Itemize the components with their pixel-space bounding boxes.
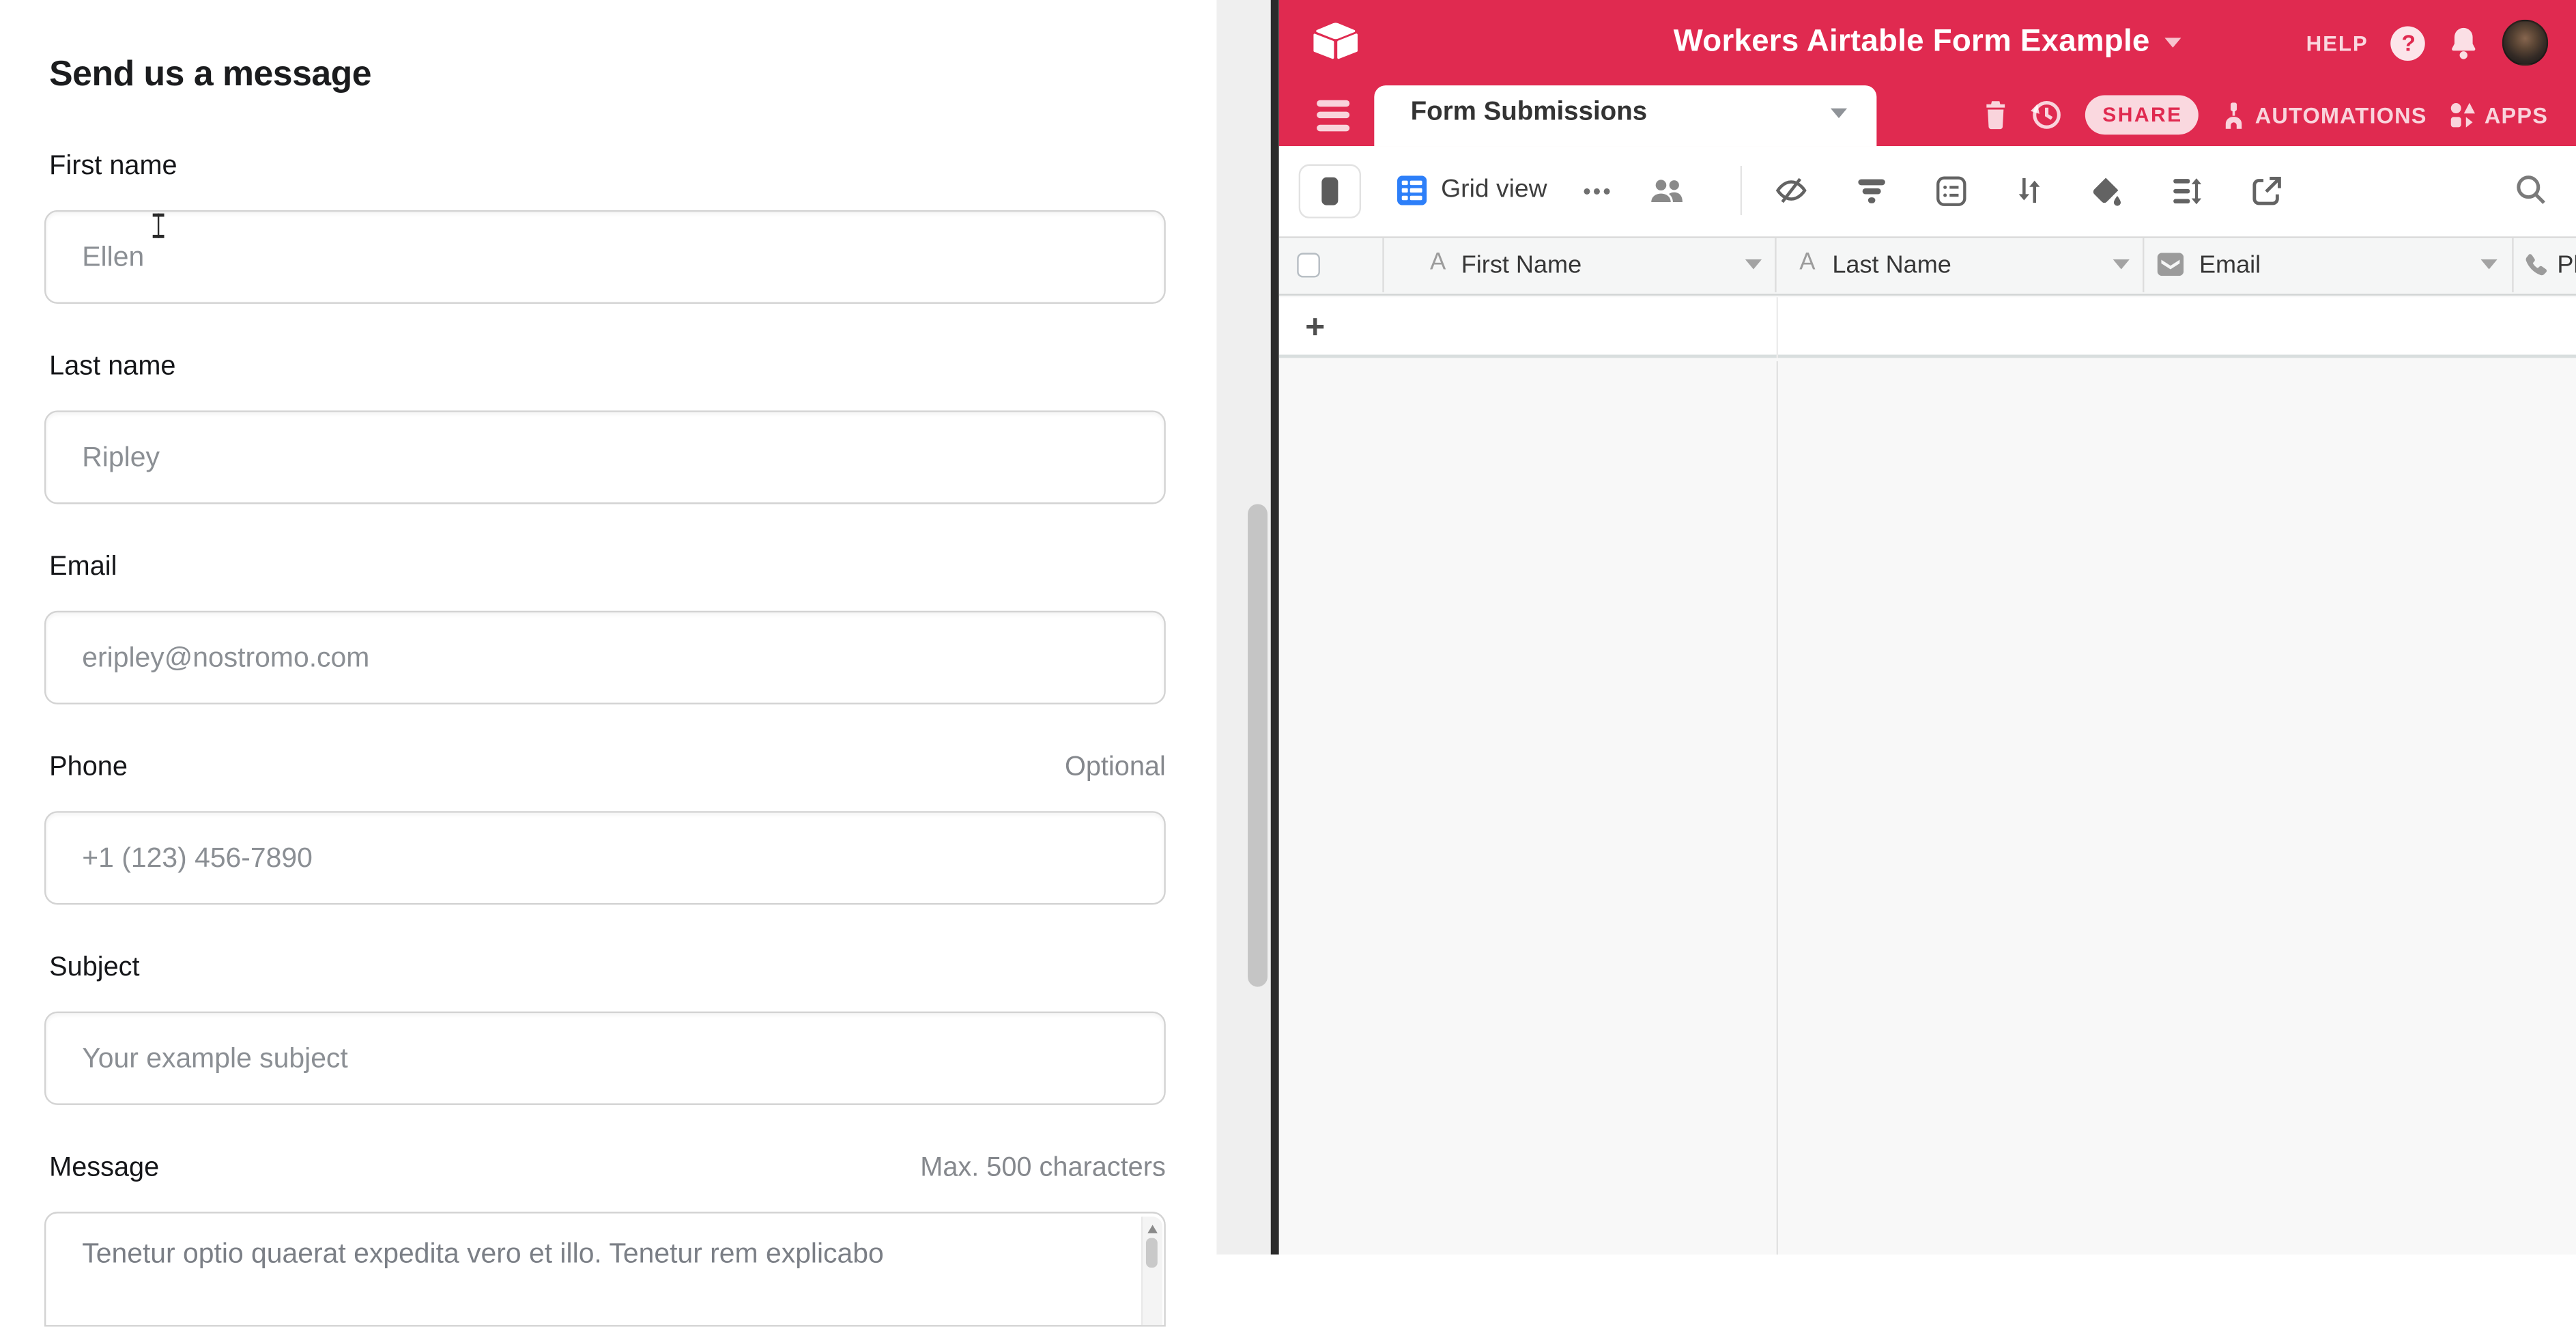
airtable-window: Workers Airtable Form Example HELP ? For…	[1278, 0, 2576, 1255]
user-avatar[interactable]	[2503, 20, 2548, 65]
message-label: Message	[49, 1153, 159, 1184]
subject-label: Subject	[49, 952, 139, 984]
last-name-input[interactable]	[44, 410, 1166, 504]
text-cursor-icon	[151, 214, 166, 238]
table-tab-caret-icon[interactable]	[1831, 109, 1847, 118]
filter-icon[interactable]	[1857, 177, 1886, 205]
group-icon[interactable]	[1935, 175, 1966, 206]
add-record-plus-icon[interactable]	[1305, 317, 1325, 337]
column-caret-icon[interactable]	[2482, 259, 2498, 268]
column-header-row: A First Name A Last Name Email	[1278, 236, 2576, 295]
page-scrollbar-track[interactable]	[1216, 0, 1270, 1255]
automations-icon	[2222, 102, 2247, 130]
page-scrollbar-thumb[interactable]	[1247, 504, 1268, 986]
hide-fields-icon[interactable]	[1774, 174, 1807, 207]
select-all-checkbox[interactable]	[1298, 252, 1319, 276]
share-button[interactable]: SHARE	[2086, 96, 2199, 135]
airtable-topbar: Workers Airtable Form Example HELP ?	[1278, 0, 2576, 85]
collaborators-icon[interactable]	[1650, 177, 1685, 203]
table-tab-form-submissions[interactable]: Form Submissions	[1375, 85, 1877, 146]
column-caret-icon[interactable]	[1745, 259, 1762, 268]
column-header-first-name[interactable]: A First Name	[1384, 238, 1777, 292]
row-select-header-cell	[1278, 238, 1384, 292]
hamburger-menu-icon[interactable]	[1316, 100, 1349, 130]
frozen-column-divider	[1777, 297, 1779, 357]
phone-optional-hint: Optional	[1065, 752, 1166, 784]
help-question-icon[interactable]: ?	[2391, 25, 2426, 60]
textarea-scrollbar[interactable]	[1141, 1216, 1162, 1324]
text-field-type-icon: A	[1430, 250, 1446, 276]
notifications-bell-icon[interactable]	[2449, 25, 2480, 60]
scroll-up-arrow-icon[interactable]	[1147, 1224, 1156, 1232]
email-label: Email	[49, 552, 117, 583]
sidebar-toggle-icon	[1322, 177, 1339, 205]
toolbar-divider	[1740, 166, 1743, 215]
column-header-email[interactable]: Email	[2145, 238, 2515, 292]
grid-view-icon	[1397, 175, 1426, 205]
apps-icon	[2450, 102, 2476, 128]
add-record-row[interactable]	[1278, 297, 2576, 357]
airtable-table-bar: Form Submissions	[1278, 85, 2576, 145]
message-text: Tenetur optio quaerat expedita vero et i…	[82, 1238, 883, 1270]
first-name-label: First name	[49, 151, 177, 182]
search-icon[interactable]	[2515, 174, 2547, 205]
frozen-column-divider	[1777, 360, 1779, 1254]
share-view-icon[interactable]	[2250, 175, 2282, 206]
view-sidebar-toggle-button[interactable]	[1299, 165, 1361, 218]
phone-field-type-icon	[2524, 252, 2550, 278]
base-title[interactable]: Workers Airtable Form Example	[1674, 25, 2150, 61]
message-textarea[interactable]: Tenetur optio quaerat expedita vero et i…	[44, 1212, 1166, 1326]
history-icon[interactable]	[2030, 99, 2063, 132]
row-height-icon[interactable]	[2172, 177, 2201, 205]
color-icon[interactable]	[2091, 175, 2123, 206]
subject-input[interactable]	[44, 1012, 1166, 1105]
column-header-last-name[interactable]: A Last Name	[1777, 238, 2145, 292]
column-header-phone[interactable]: Phone	[2515, 238, 2576, 292]
apps-button[interactable]: APPS	[2450, 102, 2548, 128]
automations-button[interactable]: AUTOMATIONS	[2222, 102, 2427, 130]
view-options-dots[interactable]: •••	[1584, 178, 1614, 203]
window-divider	[1270, 0, 1278, 1255]
sort-icon[interactable]	[2016, 175, 2042, 205]
email-input[interactable]	[44, 611, 1166, 704]
email-field-type-icon	[2158, 252, 2184, 275]
trash-icon[interactable]	[1986, 100, 2007, 130]
contact-form-panel: Send us a message First name Last name E…	[0, 0, 1216, 1255]
phone-label: Phone	[49, 752, 128, 784]
text-field-type-icon: A	[1799, 250, 1815, 276]
view-toolbar: Grid view •••	[1278, 145, 2576, 236]
message-maxchars-hint: Max. 500 characters	[920, 1153, 1166, 1184]
airtable-logo-icon[interactable]	[1313, 20, 1358, 60]
screen: Send us a message First name Last name E…	[0, 0, 2576, 1255]
base-title-caret-icon[interactable]	[2164, 38, 2181, 47]
last-name-label: Last name	[49, 352, 175, 383]
textarea-scroll-thumb[interactable]	[1146, 1237, 1158, 1266]
column-caret-icon[interactable]	[2113, 259, 2130, 268]
view-name[interactable]: Grid view	[1441, 175, 1547, 205]
table-tab-label: Form Submissions	[1411, 98, 1647, 128]
help-button[interactable]: HELP	[2306, 30, 2369, 55]
phone-input[interactable]	[44, 811, 1166, 904]
form-heading: Send us a message	[49, 54, 371, 95]
first-name-input[interactable]	[44, 210, 1166, 304]
